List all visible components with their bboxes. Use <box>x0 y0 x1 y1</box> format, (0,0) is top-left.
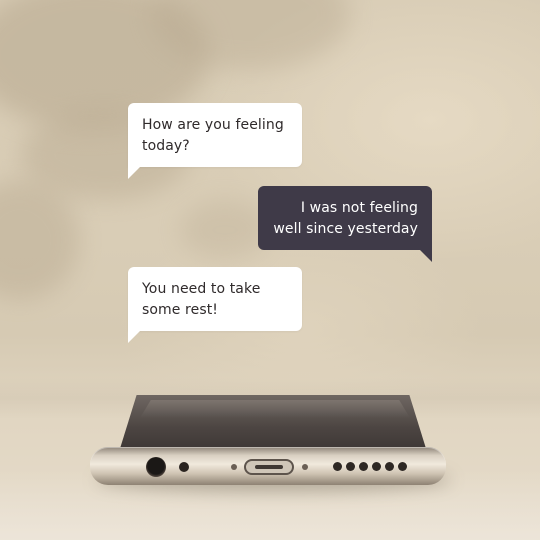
chat-bubble-incoming: You need to take some rest! <box>128 267 302 343</box>
microphone-hole-icon <box>179 462 189 472</box>
speaker-grille-icon <box>333 462 407 471</box>
charging-port-icon <box>244 459 294 475</box>
message-text: You need to take some rest! <box>142 281 261 318</box>
screw-icon <box>231 464 237 470</box>
message-text: I was not feeling well since yesterday <box>273 200 418 237</box>
screw-icon <box>302 464 308 470</box>
chat-bubble-incoming: How are you feeling today? <box>128 103 302 179</box>
bubble-tail <box>420 250 432 262</box>
bubble-tail <box>128 167 140 179</box>
headphone-jack-icon <box>146 457 166 477</box>
chat-bubble-outgoing: I was not feeling well since yesterday <box>258 186 432 262</box>
message-text: How are you feeling today? <box>142 117 284 154</box>
plant-shadow <box>180 200 270 260</box>
phone-reflection <box>140 400 410 418</box>
bubble-tail <box>128 331 140 343</box>
plant-shadow <box>0 180 80 300</box>
